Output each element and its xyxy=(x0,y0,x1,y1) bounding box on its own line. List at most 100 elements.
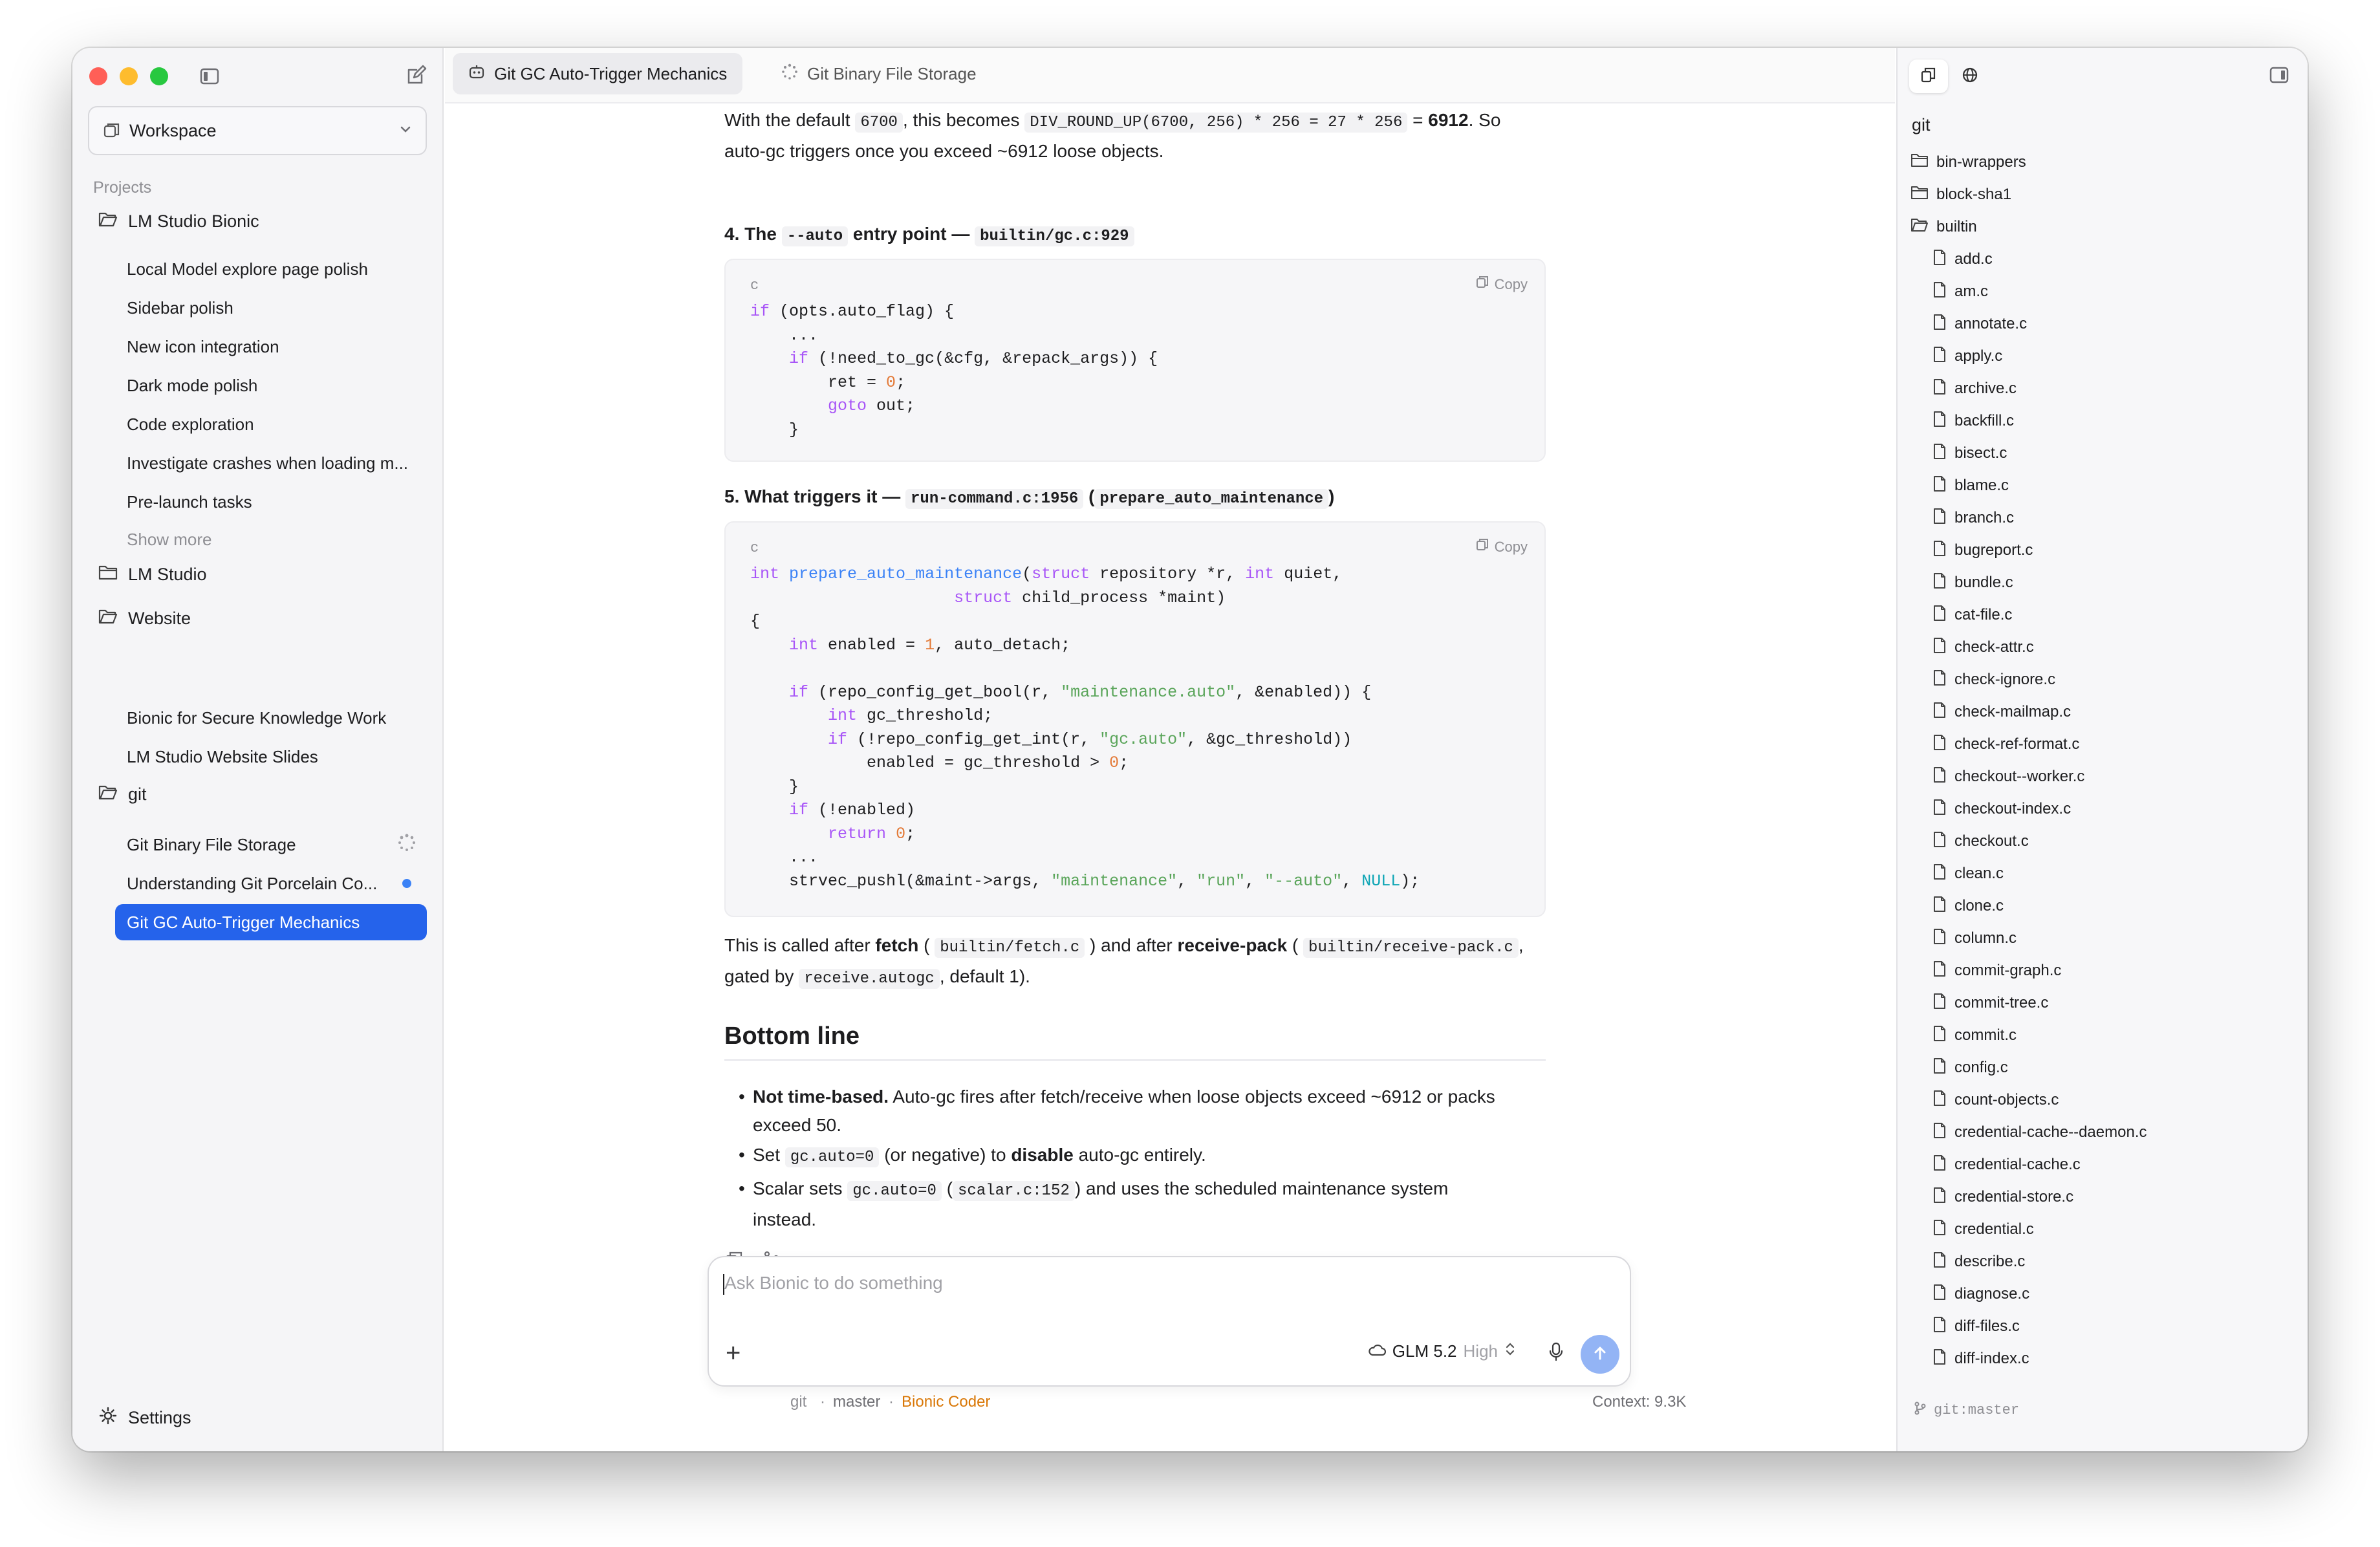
file-item[interactable]: archive.c xyxy=(1910,373,2147,405)
file-icon xyxy=(1932,1122,1947,1143)
project-website[interactable]: Website xyxy=(98,608,191,629)
file-item[interactable]: config.c xyxy=(1910,1052,2147,1084)
file-item[interactable]: cat-file.c xyxy=(1910,599,2147,631)
file-item[interactable]: credential-cache--daemon.c xyxy=(1910,1116,2147,1149)
chat-item[interactable]: Understanding Git Porcelain Co... xyxy=(115,865,427,902)
file-item[interactable]: check-attr.c xyxy=(1910,631,2147,664)
chat-item[interactable]: Dark mode polish xyxy=(115,367,427,404)
file-item[interactable]: backfill.c xyxy=(1910,405,2147,437)
new-chat-icon[interactable] xyxy=(405,65,427,90)
file-item[interactable]: check-ignore.c xyxy=(1910,664,2147,696)
chat-item[interactable]: New icon integration xyxy=(115,329,427,365)
file-item[interactable]: diff-files.c xyxy=(1910,1310,2147,1343)
text: With the default xyxy=(724,110,850,130)
file-item[interactable]: annotate.c xyxy=(1910,308,2147,340)
chat-item[interactable]: LM Studio Website Slides xyxy=(115,739,427,775)
file-item[interactable]: bundle.c xyxy=(1910,567,2147,599)
chat-item[interactable]: Code exploration xyxy=(115,406,427,442)
file-item[interactable]: am.c xyxy=(1910,276,2147,308)
inline-code: builtin/receive-pack.c xyxy=(1303,938,1519,958)
zoom-window-button[interactable] xyxy=(150,67,168,85)
workspace-selector[interactable]: Workspace xyxy=(88,106,427,155)
chat-item[interactable]: Sidebar polish xyxy=(115,290,427,326)
file-item[interactable]: column.c xyxy=(1910,922,2147,955)
chat-composer[interactable]: Ask Bionic to do something + GLM 5.2 Hig… xyxy=(708,1256,1631,1387)
file-item[interactable]: clean.c xyxy=(1910,858,2147,890)
status-agent[interactable]: Bionic Coder xyxy=(902,1393,990,1411)
status-separator: · xyxy=(889,1393,894,1411)
add-attachment-button[interactable]: + xyxy=(726,1339,741,1368)
model-selector[interactable]: GLM 5.2 High xyxy=(1368,1341,1516,1361)
file-icon xyxy=(1932,475,1947,497)
file-item[interactable]: commit.c xyxy=(1910,1019,2147,1052)
file-item[interactable]: commit-graph.c xyxy=(1910,955,2147,987)
text: gated by xyxy=(724,966,794,986)
folder-open-icon xyxy=(1910,217,1929,237)
tab-git-binary[interactable]: Git Binary File Storage xyxy=(766,53,992,94)
copy-code-button[interactable]: Copy xyxy=(1475,533,1528,561)
chat-item[interactable]: Local Model explore page polish xyxy=(115,251,427,287)
file-label: branch.c xyxy=(1954,509,2015,526)
folder-item[interactable]: block-sha1 xyxy=(1910,178,2147,211)
minimize-window-button[interactable] xyxy=(120,67,138,85)
settings-button[interactable]: Settings xyxy=(98,1406,191,1430)
file-item[interactable]: diff-index.c xyxy=(1910,1343,2147,1375)
chat-item-active[interactable]: Git GC Auto-Trigger Mechanics xyxy=(115,904,427,940)
file-item[interactable]: apply.c xyxy=(1910,340,2147,373)
chat-item[interactable]: Pre-launch tasks xyxy=(115,484,427,520)
tab-git-gc[interactable]: Git GC Auto-Trigger Mechanics xyxy=(453,53,743,94)
web-tab-button[interactable] xyxy=(1951,60,1989,93)
chat-item-label: Git Binary File Storage xyxy=(127,834,296,854)
copy-code-button[interactable]: Copy xyxy=(1475,270,1528,299)
file-item[interactable]: commit-tree.c xyxy=(1910,987,2147,1019)
file-item[interactable]: check-mailmap.c xyxy=(1910,696,2147,728)
file-item[interactable]: checkout-index.c xyxy=(1910,793,2147,825)
file-icon xyxy=(1932,702,1947,723)
chat-item[interactable]: Git Binary File Storage xyxy=(115,827,427,863)
file-item[interactable]: bugreport.c xyxy=(1910,534,2147,567)
show-more-link[interactable]: Show more xyxy=(115,521,427,557)
file-label: count-objects.c xyxy=(1954,1091,2059,1109)
branch-indicator: git:master xyxy=(1913,1401,2019,1420)
file-item[interactable]: describe.c xyxy=(1910,1246,2147,1278)
microphone-icon[interactable] xyxy=(1547,1341,1565,1365)
folder-item[interactable]: bin-wrappers xyxy=(1910,146,2147,178)
file-item[interactable]: credential-cache.c xyxy=(1910,1149,2147,1181)
files-tab-button[interactable] xyxy=(1909,60,1948,93)
chevron-down-icon xyxy=(398,121,413,141)
project-name: LM Studio Bionic xyxy=(128,211,259,231)
file-item[interactable]: check-ref-format.c xyxy=(1910,728,2147,761)
main-panel: Git GC Auto-Trigger Mechanics Git Binary… xyxy=(445,48,1895,1451)
file-item[interactable]: credential.c xyxy=(1910,1213,2147,1246)
chat-item[interactable]: Investigate crashes when loading m... xyxy=(115,445,427,481)
close-window-button[interactable] xyxy=(89,67,107,85)
text: , this becomes xyxy=(902,110,1020,130)
code-text: int prepare_auto_maintenance(struct repo… xyxy=(750,565,1420,891)
loading-spinner-icon xyxy=(397,833,416,857)
project-lm-studio[interactable]: LM Studio xyxy=(98,564,207,585)
sidebar-toggle-icon[interactable] xyxy=(199,66,220,90)
folder-item[interactable]: builtin xyxy=(1910,211,2147,243)
project-lm-studio-bionic[interactable]: LM Studio Bionic xyxy=(98,211,259,232)
project-git[interactable]: git xyxy=(98,784,147,805)
text: ) xyxy=(1328,486,1335,506)
file-item[interactable]: add.c xyxy=(1910,243,2147,276)
file-item[interactable]: blame.c xyxy=(1910,470,2147,502)
file-item[interactable]: count-objects.c xyxy=(1910,1084,2147,1116)
file-item[interactable]: bisect.c xyxy=(1910,437,2147,470)
right-panel-toggle-icon[interactable] xyxy=(2269,65,2289,89)
file-item[interactable]: clone.c xyxy=(1910,890,2147,922)
file-item[interactable]: diagnose.c xyxy=(1910,1278,2147,1310)
chat-item[interactable]: Bionic for Secure Knowledge Work xyxy=(115,700,427,736)
file-item[interactable]: credential-store.c xyxy=(1910,1181,2147,1213)
code-language: c xyxy=(750,540,759,556)
paragraph-default: With the default 6700, this becomes DIV_… xyxy=(724,106,1552,166)
file-icon xyxy=(1932,734,1947,755)
file-item[interactable]: checkout--worker.c xyxy=(1910,761,2147,793)
section-heading: Bottom line xyxy=(724,1022,1546,1061)
file-item[interactable]: branch.c xyxy=(1910,502,2147,534)
send-button[interactable] xyxy=(1581,1335,1619,1374)
file-item[interactable]: checkout.c xyxy=(1910,825,2147,858)
chat-input[interactable]: Ask Bionic to do something xyxy=(724,1273,943,1293)
heading-what-triggers: 5. What triggers it — run-command.c:1956… xyxy=(724,482,1334,514)
